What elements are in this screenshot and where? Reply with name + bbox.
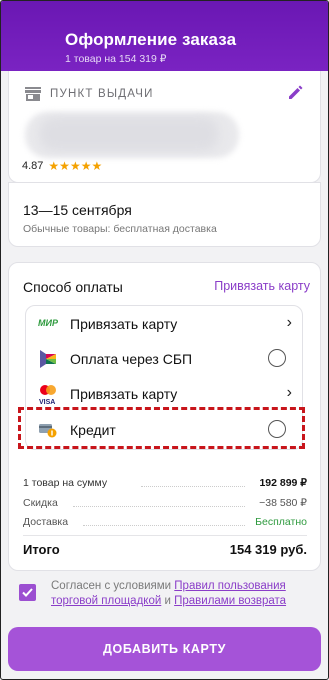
store-icon [25,87,41,101]
divider [23,535,307,536]
summary-label: Доставка [23,516,69,528]
rating-value: 4.87 [22,160,44,172]
dotted-leader [141,486,245,487]
summary-row-items: 1 товар на сумму 192 899 ₽ [23,477,307,489]
delivery-note: Обычные товары: бесплатная доставка [23,223,217,235]
order-summary-subtitle: 1 товар на 154 319 ₽ [65,53,167,65]
credit-radio[interactable] [268,420,286,438]
payment-method-label: Привязать карту [70,316,178,332]
dotted-leader [73,506,245,507]
credit-icon [39,424,57,438]
sbp-icon [40,350,56,368]
total-row: Итого 154 319 руб. [23,542,307,557]
checkout-screen: Оформление заказа 1 товар на 154 319 ₽ П… [0,0,329,680]
total-value: 154 319 руб. [229,542,307,557]
pickup-address-blurred-inner [39,117,219,151]
summary-value: Бесплатно [255,516,307,528]
agreement-text: Согласен с условиями Правил пользования … [51,579,311,609]
add-card-button[interactable]: ДОБАВИТЬ КАРТУ [8,627,321,671]
summary-row-delivery: Доставка Бесплатно [23,516,307,528]
agreement-checkbox[interactable] [19,584,36,601]
payment-method-label: Привязать карту [70,386,178,402]
payment-method-sbp[interactable]: Оплата через СБП [26,341,302,377]
summary-label: 1 товар на сумму [23,477,108,489]
summary-label: Скидка [23,497,58,509]
payment-method-credit[interactable]: Кредит [26,412,302,448]
payment-method-label: Оплата через СБП [70,351,193,367]
return-policy-link[interactable]: Правилами возврата [174,595,286,607]
summary-row-discount: Скидка −38 580 ₽ [23,497,307,509]
mir-icon: МИР [38,318,58,328]
summary-value: −38 580 ₽ [259,497,307,509]
pickup-label: ПУНКТ ВЫДАЧИ [50,88,154,100]
payment-method-mir-card[interactable]: МИР Привязать карту › [26,306,302,342]
header: Оформление заказа 1 товар на 154 319 ₽ [1,1,328,71]
agreement-prefix: Согласен с условиями [51,580,175,592]
bind-card-link[interactable]: Привязать карту [214,279,310,293]
payment-method-bank-card[interactable]: VISA Привязать карту › [26,376,302,412]
delivery-card: 13—15 сентября Обычные товары: бесплатна… [8,182,321,247]
page-title: Оформление заказа [65,30,237,49]
pickup-rating: 4.87 ★★★★★ [22,159,102,173]
checkmark-icon [22,588,33,597]
summary-value: 192 899 ₽ [259,477,307,489]
sbp-radio[interactable] [268,349,286,367]
agreement-middle: и [161,595,175,607]
mastercard-visa-icon: VISA [39,385,56,406]
chevron-right-icon: › [286,314,292,331]
payment-title: Способ оплаты [23,279,123,295]
edit-pencil-icon[interactable] [287,83,305,101]
payment-methods-list: МИР Привязать карту › Оплата через СБП V… [25,305,303,450]
payment-card: Способ оплаты Привязать карту МИР Привяз… [8,262,321,571]
delivery-dates: 13—15 сентября [23,202,132,218]
pickup-card: ПУНКТ ВЫДАЧИ 4.87 ★★★★★ [8,71,321,183]
chevron-right-icon: › [286,384,292,401]
rating-stars-icon: ★★★★★ [48,159,103,173]
total-label: Итого [23,542,60,557]
payment-method-label: Кредит [70,422,116,438]
dotted-leader [83,525,245,526]
visa-icon-text: VISA [39,399,55,406]
